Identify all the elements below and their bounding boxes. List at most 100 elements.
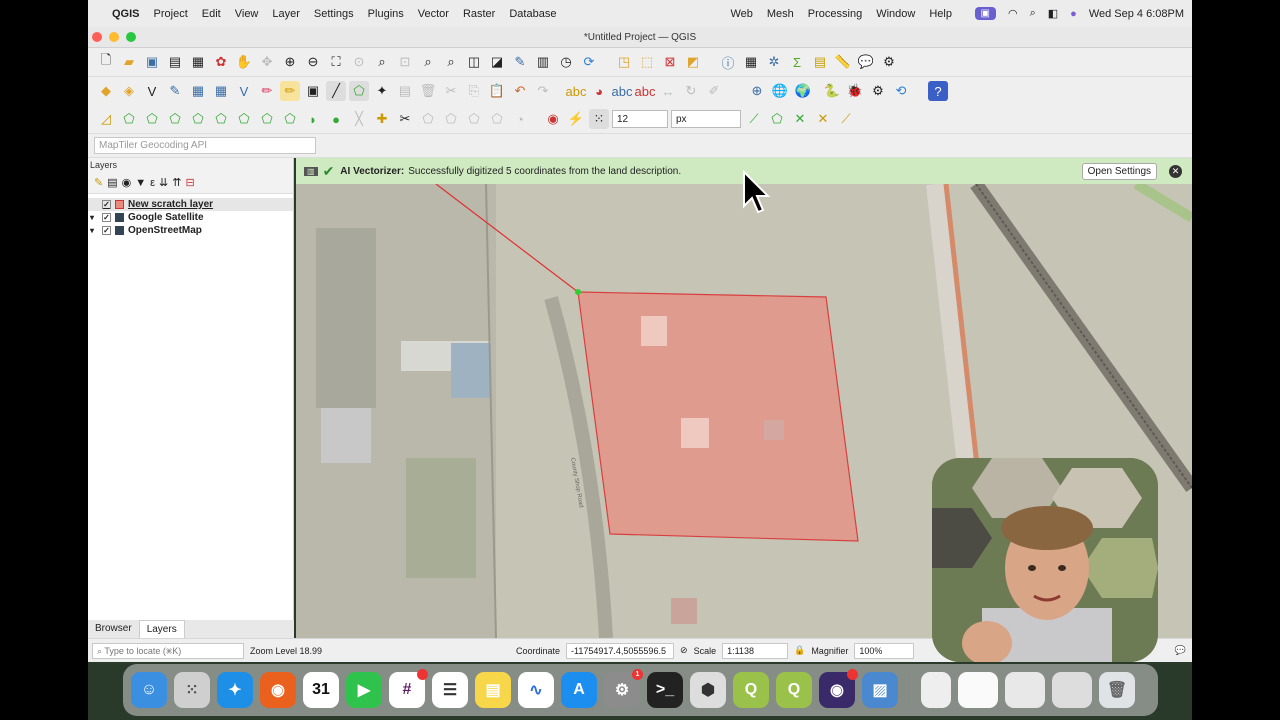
vertex-marker[interactable] — [575, 289, 581, 295]
zoom-selection-icon[interactable]: ⊙ — [349, 52, 369, 72]
digitize-line-icon[interactable]: ╱ — [326, 81, 346, 101]
delete-tool-icon[interactable]: ✕ — [790, 109, 810, 129]
new-map-view-icon[interactable]: ◫ — [464, 52, 484, 72]
scale-field[interactable]: 1:1138 — [722, 642, 789, 659]
identify-features-icon[interactable]: ◳ — [614, 52, 634, 72]
save-as-icon[interactable]: ▤ — [165, 52, 185, 72]
diagram-icon[interactable]: ◕ — [589, 81, 609, 101]
document-thumb[interactable] — [921, 672, 951, 708]
menu-database[interactable]: Database — [509, 8, 556, 20]
add-vector-icon[interactable]: V — [142, 81, 162, 101]
measure-icon[interactable]: 📏 — [833, 52, 853, 72]
zoom-in-icon[interactable]: ⊕ — [280, 52, 300, 72]
firefox-icon[interactable]: ◉ — [260, 672, 296, 708]
annotation-icon[interactable]: 💬 — [856, 52, 876, 72]
vector-tool-4-icon[interactable]: ⬠ — [188, 109, 208, 129]
open-project-icon[interactable]: ▰ — [119, 52, 139, 72]
freeform-icon[interactable]: ∿ — [518, 672, 554, 708]
digitize-icon[interactable]: ✎ — [165, 81, 185, 101]
menu-help[interactable]: Help — [929, 8, 952, 20]
zoom-layer-icon[interactable]: ⌕ — [372, 52, 392, 72]
modify-attributes-icon[interactable]: ▤ — [395, 81, 415, 101]
highlight-label-icon[interactable]: abc — [635, 81, 656, 101]
bookmark-icon[interactable]: ✎ — [510, 52, 530, 72]
change-label-icon[interactable]: ✐ — [704, 81, 724, 101]
snap-line-icon[interactable]: ⟋ — [836, 109, 856, 129]
menu-web[interactable]: Web — [730, 8, 752, 20]
grid-icon[interactable]: ⁙ — [589, 109, 609, 129]
select-value-icon[interactable]: ◩ — [683, 52, 703, 72]
new-layer-icon[interactable]: ◈ — [119, 81, 139, 101]
finder-icon[interactable]: ☺ — [131, 672, 167, 708]
reminders-icon[interactable]: ☰ — [432, 672, 468, 708]
expand-arrow-icon[interactable]: ▾ — [90, 226, 98, 235]
remove-layer-icon[interactable]: ⊟ — [185, 176, 194, 189]
pencil-icon[interactable]: ✏ — [257, 81, 277, 101]
zoom-next-icon[interactable]: ⌕ — [441, 52, 461, 72]
vector-tool-2-icon[interactable]: ⬠ — [142, 109, 162, 129]
appstore-icon[interactable]: A — [561, 672, 597, 708]
expression-filter-icon[interactable]: ε — [150, 177, 155, 189]
zoom-window-button[interactable] — [126, 32, 136, 42]
vector-tool-14-icon[interactable]: ⬠ — [418, 109, 438, 129]
toggle-editing-icon[interactable]: ✏ — [280, 81, 300, 101]
lock-icon[interactable]: 🔒 — [794, 645, 805, 656]
line-tool-icon[interactable]: ⟋ — [744, 109, 764, 129]
snapping-icon[interactable]: ◿ — [96, 109, 116, 129]
layer-name[interactable]: OpenStreetMap — [128, 225, 202, 236]
copy-icon[interactable]: ⎘ — [464, 81, 484, 101]
cut-icon[interactable]: ✂ — [441, 81, 461, 101]
vector-tool-12-icon[interactable]: ✚ — [372, 109, 392, 129]
digitized-polygon[interactable] — [577, 291, 859, 542]
menu-app-name[interactable]: QGIS — [112, 8, 140, 20]
processing-icon[interactable]: ✲ — [764, 52, 784, 72]
vector-tool-17-icon[interactable]: ⬠ — [487, 109, 507, 129]
style-manager-icon[interactable]: ✿ — [211, 52, 231, 72]
font-size-field[interactable]: 12 — [612, 110, 668, 128]
vector-tool-16-icon[interactable]: ⬠ — [464, 109, 484, 129]
info-icon[interactable]: ⓘ — [718, 52, 738, 72]
select-features-icon[interactable]: ⬚ — [637, 52, 657, 72]
obs-icon[interactable]: ◉ — [819, 669, 858, 708]
plugin-reloader-icon[interactable]: ⚙ — [868, 81, 888, 101]
wifi-icon[interactable]: ◠ — [1008, 7, 1018, 20]
delete-selected-icon[interactable]: 🗑 — [418, 81, 438, 101]
search-icon[interactable]: ⌕ — [1030, 7, 1036, 20]
vector-tool-11-icon[interactable]: ╳ — [349, 109, 369, 129]
menu-project[interactable]: Project — [154, 8, 188, 20]
earth-icon[interactable]: 🌍 — [793, 81, 813, 101]
vector-tool-1-icon[interactable]: ⬠ — [119, 109, 139, 129]
collapse-all-icon[interactable]: ⇈ — [172, 176, 181, 189]
add-wfs-icon[interactable]: V — [234, 81, 254, 101]
zoom-out-icon[interactable]: ⊖ — [303, 52, 323, 72]
vector-tool-10-icon[interactable]: ● — [326, 109, 346, 129]
layer-visibility-checkbox[interactable]: ✓ — [102, 200, 111, 209]
help-icon[interactable]: ? — [928, 81, 948, 101]
notes-icon[interactable]: ▤ — [475, 672, 511, 708]
close-window-button[interactable] — [92, 32, 102, 42]
tab-layers[interactable]: Layers — [138, 620, 185, 638]
minimize-window-button[interactable] — [109, 32, 119, 42]
refresh-icon[interactable]: ⟳ — [579, 52, 599, 72]
pan-to-selection-icon[interactable]: ✥ — [257, 52, 277, 72]
messages-icon[interactable]: 💬 — [1175, 645, 1186, 656]
vector-tool-8-icon[interactable]: ⬠ — [280, 109, 300, 129]
magnifier-field[interactable]: 100% — [854, 642, 915, 659]
pan-icon[interactable]: ✋ — [234, 52, 254, 72]
box-icon[interactable]: ⬢ — [690, 672, 726, 708]
settings-icon[interactable]: ⚙ 1 — [604, 669, 643, 708]
menu-view[interactable]: View — [235, 8, 259, 20]
locator-icon[interactable]: ⚙ — [879, 52, 899, 72]
save-project-icon[interactable]: ▣ — [142, 52, 162, 72]
add-raster-icon[interactable]: ▦ — [188, 81, 208, 101]
filter-icon[interactable]: ▼ — [135, 177, 146, 189]
add-polygon-icon[interactable]: ⬠ — [349, 81, 369, 101]
layer-visibility-checkbox[interactable]: ✓ — [102, 226, 111, 235]
pin-label-icon[interactable]: abc — [612, 81, 633, 101]
vector-tool-13-icon[interactable]: ✂ — [395, 109, 415, 129]
control-center-icon[interactable]: ◧ — [1048, 7, 1058, 20]
paste-icon[interactable]: 📋 — [487, 81, 507, 101]
layer-row-google[interactable]: ▾ ✓ Google Satellite — [88, 211, 293, 224]
undo-icon[interactable]: ↶ — [510, 81, 530, 101]
new-3d-view-icon[interactable]: ◪ — [487, 52, 507, 72]
